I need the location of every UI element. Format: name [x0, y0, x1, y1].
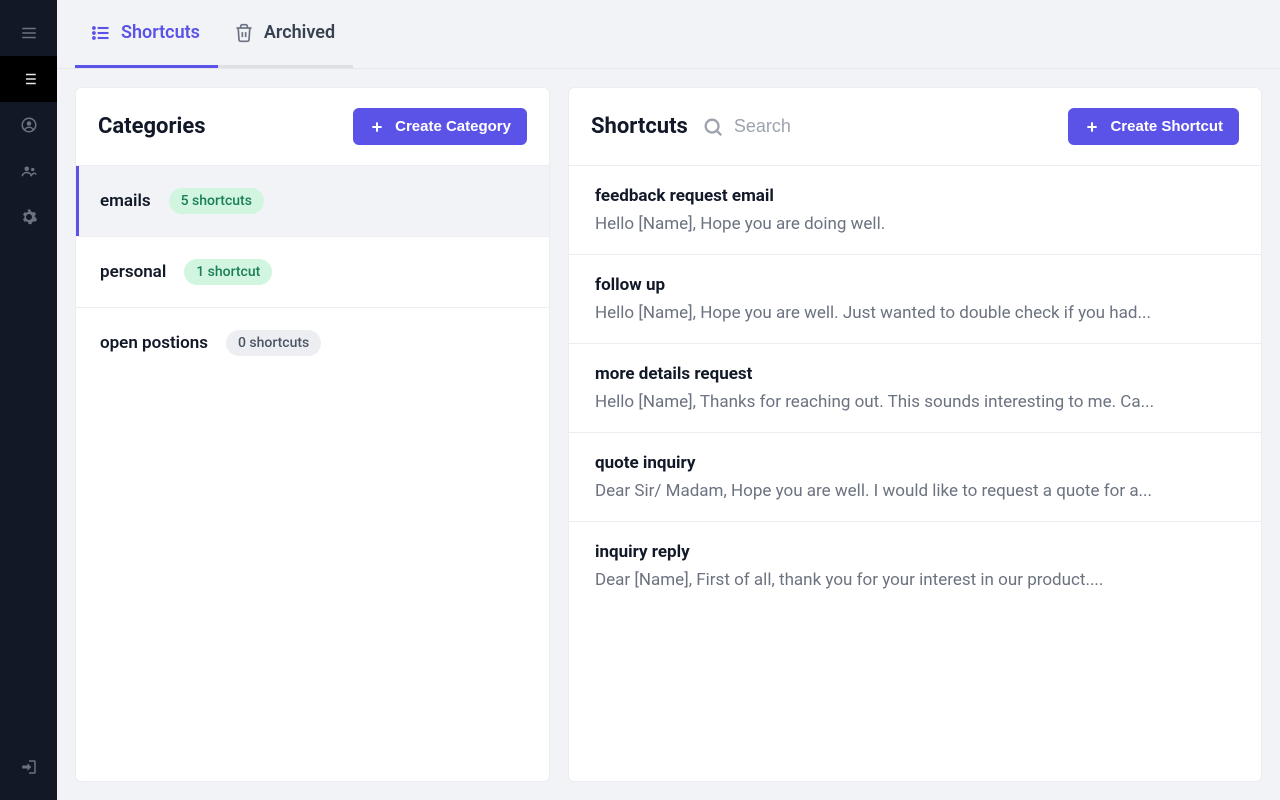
- category-list: emails 5 shortcuts personal 1 shortcut o…: [76, 165, 549, 378]
- create-shortcut-button[interactable]: Create Shortcut: [1068, 108, 1239, 145]
- shortcut-item[interactable]: feedback request email Hello [Name], Hop…: [569, 165, 1261, 254]
- logout-icon: [20, 758, 38, 776]
- create-shortcut-label: Create Shortcut: [1110, 118, 1223, 135]
- hamburger-icon: [20, 24, 38, 42]
- category-item-open-positions[interactable]: open postions 0 shortcuts: [76, 307, 549, 378]
- shortcut-preview: Hello [Name], Hope you are doing well.: [595, 214, 1235, 234]
- shortcut-item[interactable]: more details request Hello [Name], Thank…: [569, 343, 1261, 432]
- gear-icon: [20, 208, 38, 226]
- shortcut-preview: Hello [Name], Hope you are well. Just wa…: [595, 303, 1235, 323]
- shortcut-title: more details request: [595, 364, 1235, 384]
- nav-rail: [0, 0, 57, 800]
- shortcut-item[interactable]: inquiry reply Dear [Name], First of all,…: [569, 521, 1261, 610]
- nav-logout[interactable]: [0, 744, 57, 790]
- user-circle-icon: [20, 116, 38, 134]
- category-name: personal: [100, 262, 166, 282]
- tab-shortcuts-label: Shortcuts: [121, 22, 200, 43]
- tab-archived[interactable]: Archived: [218, 0, 353, 68]
- nav-settings[interactable]: [0, 194, 57, 240]
- category-count-badge: 5 shortcuts: [169, 188, 264, 214]
- shortcut-item[interactable]: follow up Hello [Name], Hope you are wel…: [569, 254, 1261, 343]
- search-icon: [702, 116, 724, 138]
- nav-shortcuts[interactable]: [0, 56, 57, 102]
- category-name: open postions: [100, 333, 208, 353]
- search-input[interactable]: [734, 116, 1055, 137]
- shortcut-title: inquiry reply: [595, 542, 1235, 562]
- tab-shortcuts[interactable]: Shortcuts: [75, 0, 218, 68]
- category-count-badge: 0 shortcuts: [226, 330, 321, 356]
- create-category-label: Create Category: [395, 118, 511, 135]
- shortcut-title: quote inquiry: [595, 453, 1235, 473]
- category-name: emails: [100, 191, 151, 211]
- shortcuts-heading: Shortcuts: [591, 114, 688, 139]
- trash-icon: [234, 23, 254, 43]
- shortcuts-panel: Shortcuts Create Shortcut feedback reque…: [568, 87, 1262, 782]
- shortcut-title: feedback request email: [595, 186, 1235, 206]
- categories-heading: Categories: [98, 114, 206, 139]
- create-category-button[interactable]: Create Category: [353, 108, 527, 145]
- plus-icon: [369, 119, 385, 135]
- shortcut-preview: Hello [Name], Thanks for reaching out. T…: [595, 392, 1235, 412]
- category-count-badge: 1 shortcut: [184, 259, 272, 285]
- category-item-emails[interactable]: emails 5 shortcuts: [76, 165, 549, 236]
- nav-profile[interactable]: [0, 102, 57, 148]
- shortcut-list: feedback request email Hello [Name], Hop…: [569, 165, 1261, 610]
- category-item-personal[interactable]: personal 1 shortcut: [76, 236, 549, 307]
- list-icon: [20, 70, 38, 88]
- nav-team[interactable]: [0, 148, 57, 194]
- list-icon: [91, 23, 111, 43]
- plus-icon: [1084, 119, 1100, 135]
- nav-menu[interactable]: [0, 10, 57, 56]
- categories-panel: Categories Create Category emails 5 shor…: [75, 87, 550, 782]
- tabs-bar: Shortcuts Archived: [57, 0, 1280, 69]
- shortcut-item[interactable]: quote inquiry Dear Sir/ Madam, Hope you …: [569, 432, 1261, 521]
- shortcut-preview: Dear Sir/ Madam, Hope you are well. I wo…: [595, 481, 1235, 501]
- shortcut-preview: Dear [Name], First of all, thank you for…: [595, 570, 1235, 590]
- tab-archived-label: Archived: [264, 22, 335, 43]
- users-icon: [20, 162, 38, 180]
- shortcut-title: follow up: [595, 275, 1235, 295]
